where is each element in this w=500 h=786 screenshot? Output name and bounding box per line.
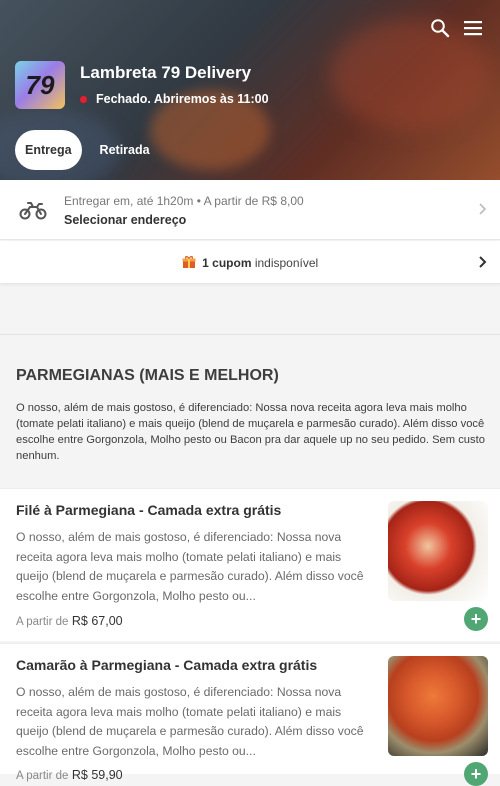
item-name: Camarão à Parmegiana - Camada extra grát…: [16, 657, 318, 673]
section-title: PARMEGIANAS (MAIS E MELHOR): [16, 367, 279, 384]
store-status-text: Fechado. Abriremos às 11:00: [96, 92, 269, 106]
store-banner: 79 Lambreta 79 Delivery Fechado. Abrirem…: [0, 0, 500, 180]
motorcycle-icon: [19, 199, 47, 226]
gift-icon: [182, 255, 196, 269]
store-logo: 79: [15, 61, 65, 109]
item-description: O nosso, além de mais gostoso, é diferen…: [16, 685, 364, 758]
item-description: O nosso, além de mais gostoso, é diferen…: [16, 530, 364, 603]
menu-item-card[interactable]: Camarão à Parmegiana - Camada extra grát…: [0, 643, 500, 786]
add-item-button[interactable]: +: [464, 607, 488, 631]
search-icon[interactable]: [426, 14, 454, 42]
coupon-count: 1 cupom: [202, 256, 252, 270]
item-price: A partir de R$ 59,90: [16, 768, 123, 782]
delivery-address-row[interactable]: Entregar em, até 1h20m • A partir de R$ …: [0, 180, 500, 240]
delivery-info: Entregar em, até 1h20m • A partir de R$ …: [64, 194, 304, 208]
tab-retirada[interactable]: Retirada: [90, 130, 160, 170]
closed-status-dot-icon: [80, 95, 87, 103]
item-photo: [388, 656, 488, 756]
chevron-right-icon: [478, 202, 488, 221]
order-mode-tabs: Entrega Retirada: [15, 130, 160, 170]
menu-item-card[interactable]: Filé à Parmegiana - Camada extra grátis …: [0, 488, 500, 641]
item-price: A partir de R$ 67,00: [16, 614, 123, 628]
coupon-status: indisponível: [254, 256, 319, 270]
item-photo: [388, 501, 488, 601]
store-status: Fechado. Abriremos às 11:00: [80, 92, 269, 106]
item-name: Filé à Parmegiana - Camada extra grátis: [16, 502, 282, 518]
divider: [0, 334, 500, 335]
coupon-row[interactable]: 1 cupom indisponível: [0, 241, 500, 284]
hamburger-menu-icon[interactable]: [459, 14, 487, 42]
section-description: O nosso, além de mais gostoso, é diferen…: [16, 402, 485, 462]
tab-entrega[interactable]: Entrega: [15, 130, 82, 170]
store-name: Lambreta 79 Delivery: [80, 63, 252, 82]
select-address-label[interactable]: Selecionar endereço: [64, 213, 186, 227]
add-item-button[interactable]: +: [464, 762, 488, 786]
chevron-right-icon: [478, 255, 488, 274]
